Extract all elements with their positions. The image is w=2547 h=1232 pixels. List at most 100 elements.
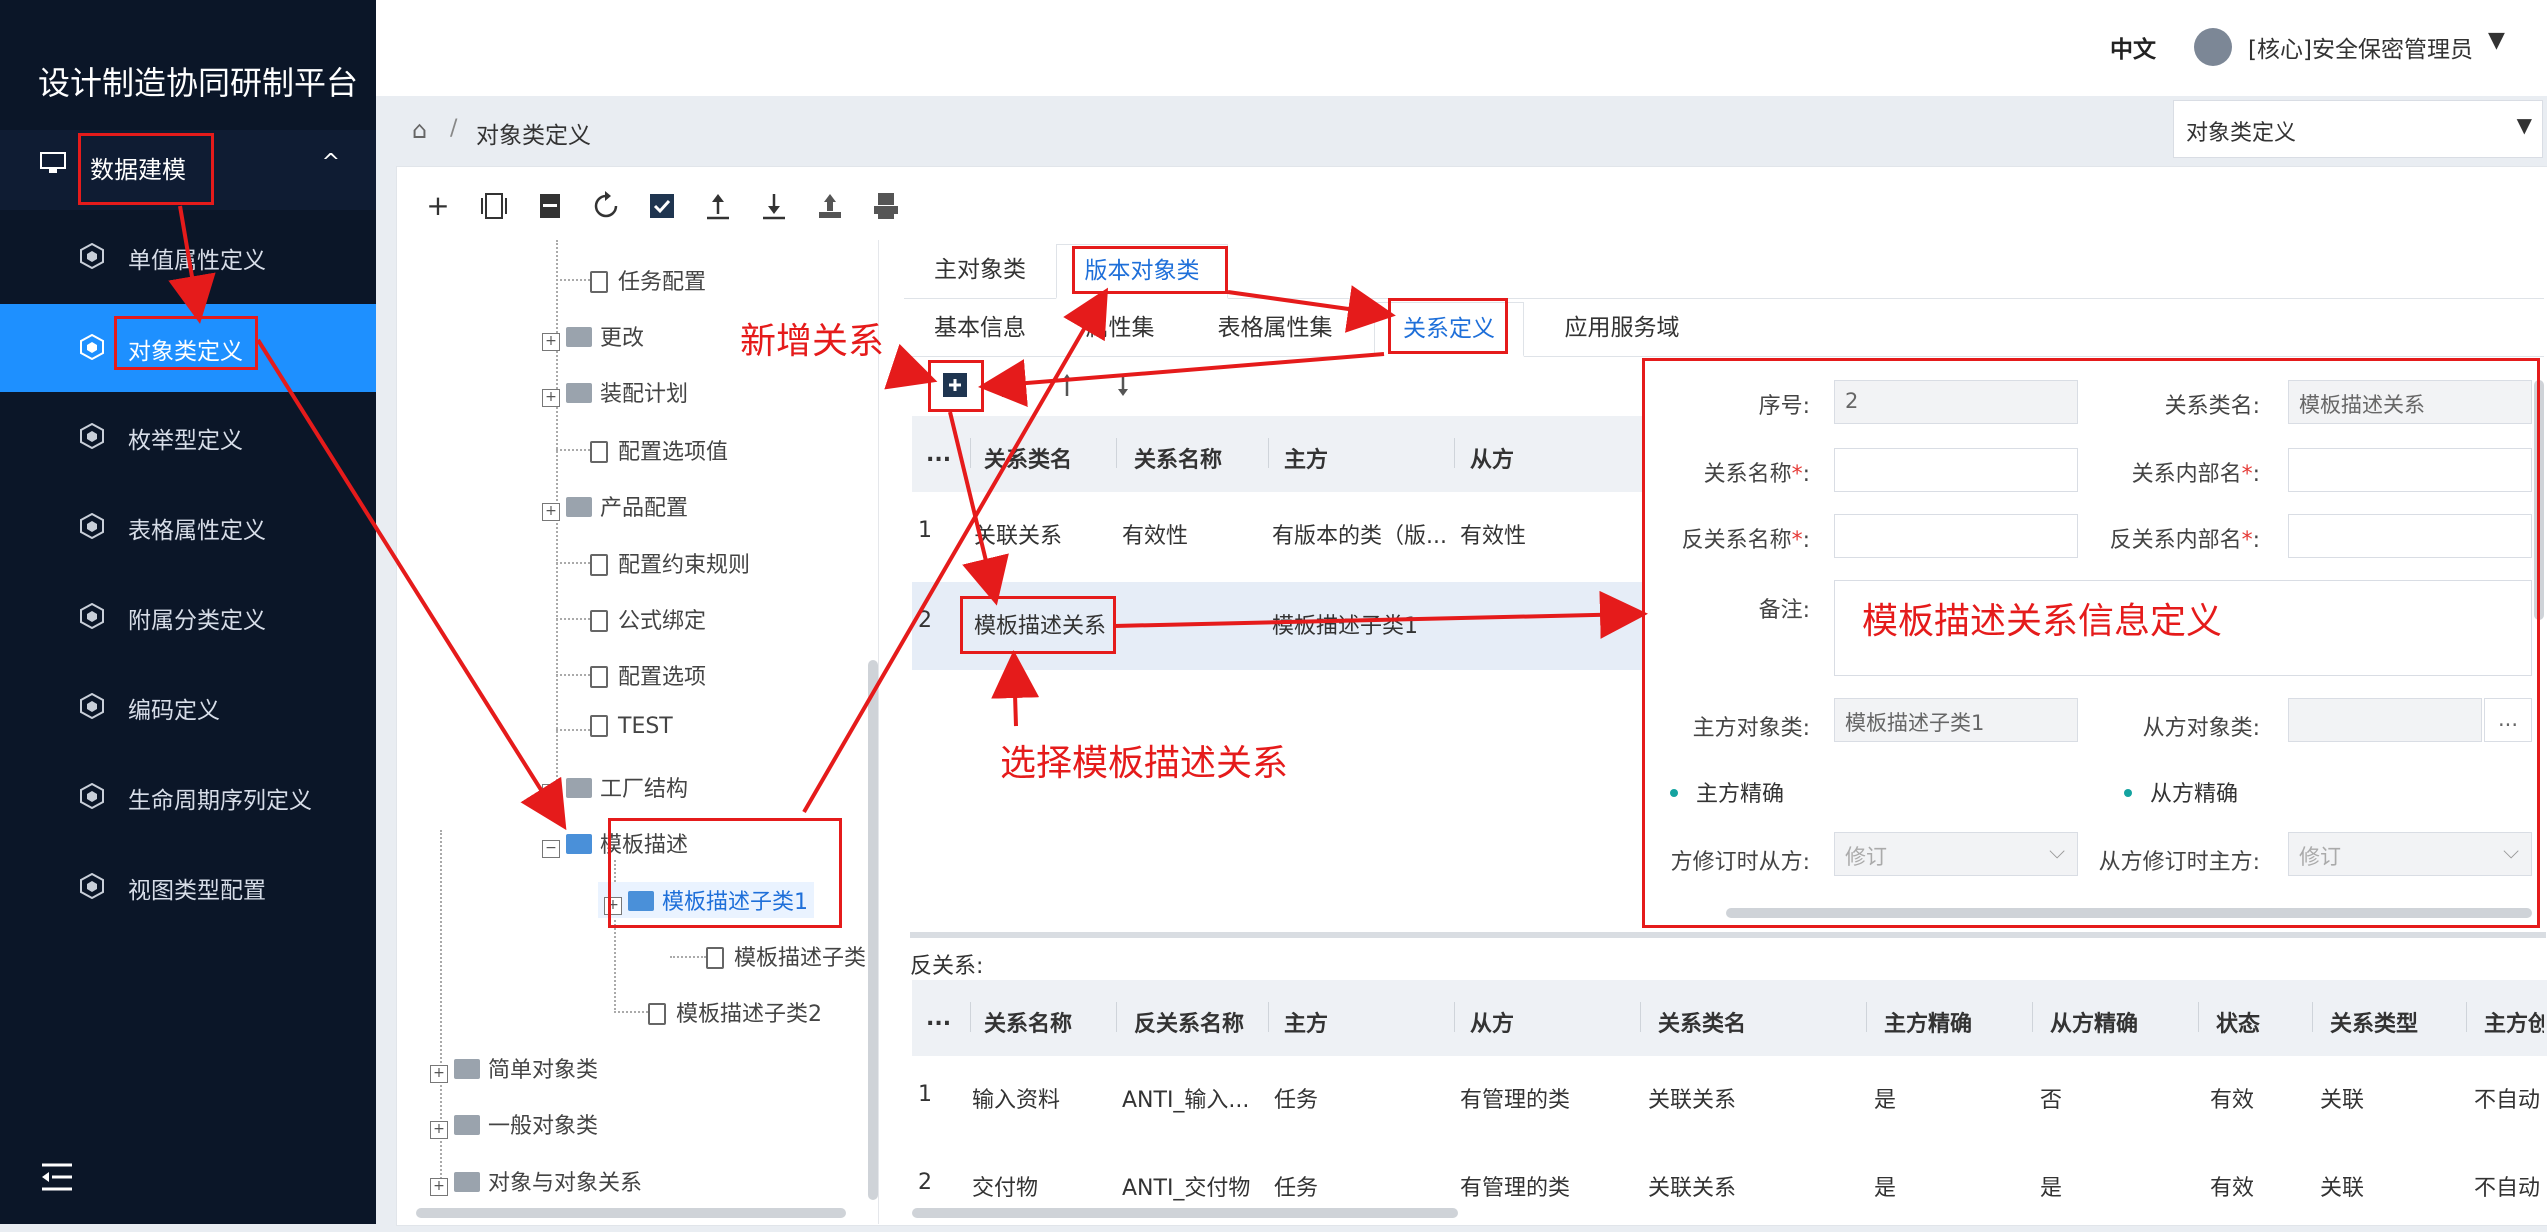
cube-icon: [80, 423, 104, 449]
tree-node[interactable]: + 更改: [542, 320, 644, 352]
tree-node[interactable]: + 一般对象类: [430, 1108, 598, 1140]
tree-node[interactable]: 任务配置: [590, 264, 706, 296]
home-icon[interactable]: ⌂: [412, 116, 427, 144]
user-menu-caret-icon[interactable]: ▼: [2488, 28, 2505, 53]
folder-icon: [566, 383, 592, 403]
breadcrumb-current: 对象类定义: [476, 123, 591, 149]
tree-scrollbar-v[interactable]: [868, 660, 878, 1200]
cube-icon: [80, 334, 104, 360]
download-icon[interactable]: [756, 188, 792, 224]
tree-node[interactable]: + 工厂结构: [542, 771, 688, 803]
expand-icon[interactable]: +: [430, 1065, 448, 1083]
export-icon[interactable]: [812, 188, 848, 224]
document-icon: [590, 610, 608, 632]
splitter[interactable]: [910, 932, 2546, 938]
expand-icon[interactable]: +: [542, 333, 560, 351]
page-select-value: 对象类定义: [2186, 121, 2297, 146]
menu-item-view-type[interactable]: 视图类型配置: [0, 843, 376, 931]
upload-icon[interactable]: [700, 188, 736, 224]
menu-item-encoding[interactable]: 编码定义: [0, 663, 376, 751]
collapse-icon[interactable]: −: [542, 840, 560, 858]
menu-item-label: 附属分类定义: [128, 608, 266, 634]
tree-node[interactable]: 配置选项: [590, 659, 706, 691]
annotation-box: [1072, 246, 1228, 294]
cube-icon: [80, 513, 104, 539]
tree-node[interactable]: + 产品配置: [542, 490, 688, 522]
page-select[interactable]: 对象类定义 ▼: [2173, 100, 2543, 158]
expand-icon[interactable]: +: [542, 503, 560, 521]
copy-icon[interactable]: [476, 188, 512, 224]
reverse-title: 反关系:: [910, 954, 984, 979]
menu-item-label: 生命周期序列定义: [128, 788, 312, 814]
annotation-add-relation: 新增关系: [740, 321, 885, 362]
cube-icon: [80, 873, 104, 899]
tab-basic-info[interactable]: 基本信息: [910, 302, 1050, 354]
menu-item-enum[interactable]: 枚举型定义: [0, 393, 376, 481]
tree-node[interactable]: 公式绑定: [590, 603, 706, 635]
expand-icon[interactable]: +: [542, 389, 560, 407]
delete-icon[interactable]: [996, 370, 1026, 400]
tree-node[interactable]: TEST: [590, 714, 673, 739]
annotation-select-template: 选择模板描述关系: [1000, 743, 1289, 784]
table-row[interactable]: 1 关联关系 有效性 有版本的类（版... 有效性: [912, 492, 1642, 580]
menu-item-label: 表格属性定义: [128, 518, 266, 544]
tree-node[interactable]: 模板描述子类2: [648, 996, 822, 1028]
breadcrumb-separator: /: [450, 116, 458, 141]
document-icon: [590, 441, 608, 463]
language-switch[interactable]: 中文: [2110, 30, 2156, 64]
menu-item-single-attr[interactable]: 单值属性定义: [0, 213, 376, 301]
expand-icon[interactable]: +: [430, 1121, 448, 1139]
tree-node[interactable]: 配置约束规则: [590, 547, 750, 579]
annotation-box: [78, 133, 214, 205]
top-header: 中文 [核心]安全保密管理员 ▼: [376, 0, 2547, 96]
reverse-scrollbar-h[interactable]: [912, 1208, 1458, 1218]
plus-icon[interactable]: +: [420, 188, 456, 224]
reverse-grid-header: ... 关系名称 反关系名称 主方 从方 关系类名 主方精确 从方精确 状态 关…: [912, 980, 2547, 1056]
col-slave: 从方: [1470, 448, 1515, 473]
table-row[interactable]: 1 输入资料 ANTI_输入... 任务 有管理的类 关联关系 是 否 有效 关…: [912, 1056, 2547, 1144]
folder-icon: [566, 778, 592, 798]
tab-attribute-set[interactable]: 属性集: [1058, 302, 1182, 354]
annotation-box: [960, 596, 1116, 654]
menu-item-label: 单值属性定义: [128, 248, 266, 274]
relation-grid-header: ... 关系类名 关系名称 主方 从方: [912, 416, 1642, 492]
cube-icon: [80, 603, 104, 629]
menu-item-sub-classification[interactable]: 附属分类定义: [0, 573, 376, 661]
collapse-menu-icon[interactable]: [40, 1162, 74, 1192]
toolbar: +: [396, 176, 996, 236]
annotation-box: [928, 360, 984, 412]
cube-icon: [80, 243, 104, 269]
document-icon: [590, 666, 608, 688]
menu-item-table-attr[interactable]: 表格属性定义: [0, 483, 376, 571]
tree-node[interactable]: 模板描述子类: [706, 940, 866, 972]
refresh-icon[interactable]: [588, 188, 624, 224]
tab-table-attribute-set[interactable]: 表格属性集: [1190, 302, 1360, 354]
app-title: 设计制造协同研制平台: [38, 64, 359, 102]
print-icon[interactable]: [868, 188, 904, 224]
cube-icon: [80, 783, 104, 809]
expand-icon[interactable]: +: [542, 784, 560, 802]
table-row[interactable]: 2 交付物 ANTI_交付物 任务 有管理的类 关联关系 是 是 有效 关联 不…: [912, 1144, 2547, 1232]
move-down-icon[interactable]: [1108, 370, 1138, 400]
folder-icon: [454, 1115, 480, 1135]
annotation-template-info: 模板描述关系信息定义: [1862, 601, 2223, 642]
tree-node[interactable]: + 装配计划: [542, 376, 688, 408]
tree-scrollbar-h[interactable]: [416, 1208, 846, 1218]
chevron-down-icon: ▼: [2516, 113, 2532, 137]
user-name[interactable]: [核心]安全保密管理员: [2248, 30, 2473, 64]
menu-item-lifecycle[interactable]: 生命周期序列定义: [0, 753, 376, 841]
save-icon[interactable]: [532, 188, 568, 224]
chevron-up-icon: ^: [321, 150, 340, 175]
avatar[interactable]: [2194, 28, 2232, 66]
tree-node[interactable]: + 简单对象类: [430, 1052, 598, 1084]
expand-icon[interactable]: +: [430, 1178, 448, 1196]
menu-item-label: 视图类型配置: [128, 878, 266, 904]
check-icon[interactable]: [644, 188, 680, 224]
document-icon: [590, 554, 608, 576]
tab-main-class[interactable]: 主对象类: [910, 244, 1050, 296]
tab-app-service-domain[interactable]: 应用服务域: [1532, 302, 1712, 354]
move-up-icon[interactable]: [1052, 370, 1082, 400]
tree-node[interactable]: 配置选项值: [590, 434, 728, 466]
tree-node[interactable]: + 对象与对象关系: [430, 1165, 642, 1197]
cube-icon: [80, 693, 104, 719]
